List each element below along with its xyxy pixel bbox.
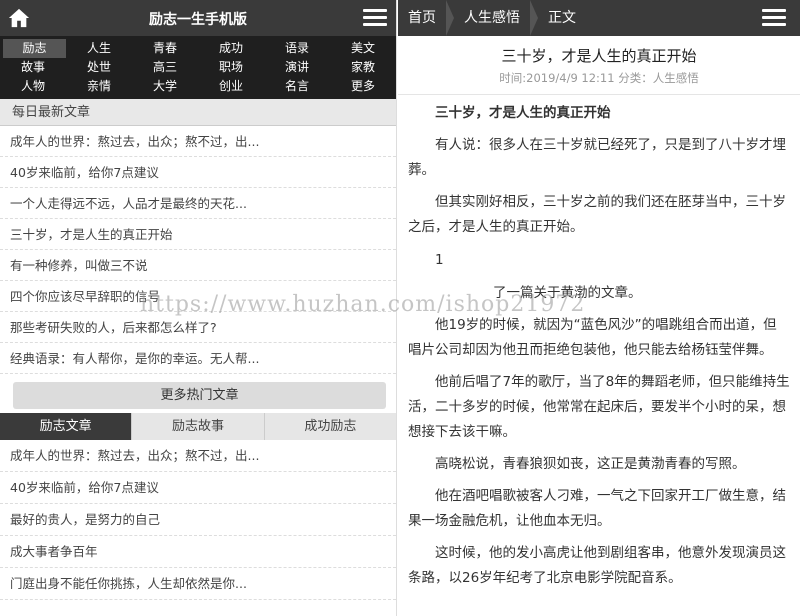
- category-item[interactable]: 成功: [198, 39, 264, 58]
- article-paragraph: 高晓松说，青春狼狈如丧，这正是黄渤青春的写照。: [435, 456, 746, 472]
- article-paragraph: 他前后唱了7年的歌厅，当了8年的舞蹈老师，但只能维持生活，二十多岁的时候，他常常…: [408, 374, 790, 440]
- article-link[interactable]: 四个你应该尽早辞职的信号: [0, 281, 396, 312]
- category-item[interactable]: 语录: [264, 39, 330, 58]
- category-grid: 励志 人生 青春 成功 语录 美文 故事 处世 高三 职场 演讲 家教 人物 亲…: [0, 36, 396, 99]
- breadcrumb: 首页 人生感悟 正文: [398, 0, 800, 36]
- breadcrumb-separator: [530, 0, 538, 36]
- article-link[interactable]: 那些考研失败的人，后来都怎么样了?: [0, 312, 396, 343]
- article-paragraph: 三十岁，才是人生的真正开始: [435, 105, 611, 121]
- article-paragraph: 了一篇关于黄渤的文章。: [493, 285, 642, 301]
- category-item[interactable]: 人生: [66, 39, 132, 58]
- tab-inspirational-stories[interactable]: 励志故事: [131, 413, 264, 440]
- menu-icon[interactable]: [363, 9, 387, 29]
- category-item[interactable]: 职场: [198, 58, 264, 77]
- category-item[interactable]: 处世: [66, 58, 132, 77]
- breadcrumb-home[interactable]: 首页: [398, 0, 446, 36]
- breadcrumb-current: 正文: [548, 10, 576, 26]
- latest-articles-heading: 每日最新文章: [0, 99, 396, 126]
- article-link[interactable]: 三十岁，才是人生的真正开始: [0, 219, 396, 250]
- category-item[interactable]: 更多: [330, 77, 396, 96]
- article-link[interactable]: 有一种修养，叫做三不说: [0, 250, 396, 281]
- category-tabs: 励志文章 励志故事 成功励志: [0, 413, 396, 440]
- category-item[interactable]: 高三: [132, 58, 198, 77]
- article-header: 三十岁，才是人生的真正开始 时间:2019/4/9 12:11 分类：人生感悟: [398, 36, 800, 95]
- left-mobile-page: 励志一生手机版 励志 人生 青春 成功 语录 美文 故事 处世 高三 职场 演讲…: [0, 0, 397, 616]
- left-header: 励志一生手机版: [0, 0, 396, 36]
- category-item[interactable]: 名言: [264, 77, 330, 96]
- article-paragraph: 他19岁的时候，就因为“蓝色风沙”的唱跳组合而出道，但唱片公司却因为他丑而拒绝包…: [408, 317, 777, 358]
- category-item[interactable]: 美文: [330, 39, 396, 58]
- section-number: 1: [435, 252, 444, 268]
- article-link[interactable]: 门庭出身不能任你挑拣，人生却依然是你...: [0, 568, 396, 600]
- tab-inspirational-articles[interactable]: 励志文章: [0, 413, 132, 440]
- site-title: 励志一生手机版: [149, 12, 247, 28]
- breadcrumb-category[interactable]: 人生感悟: [454, 0, 530, 36]
- article-link[interactable]: 成年人的世界：熬过去，出众；熬不过，出...: [0, 440, 396, 472]
- menu-icon[interactable]: [762, 9, 786, 29]
- latest-articles-list: 成年人的世界：熬过去，出众；熬不过，出... 40岁来临前，给你7点建议 一个人…: [0, 126, 396, 374]
- article-paragraph: 这时候，他的发小高虎让他到剧组客串，他意外发现演员这条路，以26岁年纪考了北京电…: [408, 545, 786, 586]
- right-article-page: 首页 人生感悟 正文 三十岁，才是人生的真正开始 时间:2019/4/9 12:…: [398, 0, 800, 616]
- category-item[interactable]: 演讲: [264, 58, 330, 77]
- article-link[interactable]: 成大事者争百年: [0, 536, 396, 568]
- article-paragraph: 但其实刚好相反，三十岁之前的我们还在胚芽当中，三十岁之后，才是人生的真正开始。: [408, 194, 786, 235]
- category-item[interactable]: 创业: [198, 77, 264, 96]
- category-item[interactable]: 家教: [330, 58, 396, 77]
- article-link[interactable]: 一个人走得远不远，人品才是最终的天花...: [0, 188, 396, 219]
- article-link[interactable]: 经典语录：有人帮你，是你的幸运。无人帮...: [0, 343, 396, 374]
- category-item[interactable]: 人物: [0, 77, 66, 96]
- category-item[interactable]: 青春: [132, 39, 198, 58]
- category-item[interactable]: 励志: [3, 39, 66, 58]
- category-item[interactable]: 亲情: [66, 77, 132, 96]
- article-meta: 时间:2019/4/9 12:11 分类：人生感悟: [499, 71, 699, 85]
- tab-articles-list: 成年人的世界：熬过去，出众；熬不过，出... 40岁来临前，给你7点建议 最好的…: [0, 440, 396, 600]
- category-item[interactable]: 大学: [132, 77, 198, 96]
- article-link[interactable]: 40岁来临前，给你7点建议: [0, 472, 396, 504]
- category-item[interactable]: 故事: [0, 58, 66, 77]
- article-body: 三十岁，才是人生的真正开始 有人说：很多人在三十岁就已经死了，只是到了八十岁才埋…: [398, 101, 800, 591]
- article-paragraph: 有人说：很多人在三十岁就已经死了，只是到了八十岁才埋葬。: [408, 137, 786, 178]
- article-link[interactable]: 最好的贵人，是努力的自己: [0, 504, 396, 536]
- breadcrumb-separator: [446, 0, 454, 36]
- article-title: 三十岁，才是人生的真正开始: [501, 47, 697, 65]
- article-link[interactable]: 40岁来临前，给你7点建议: [0, 157, 396, 188]
- article-link[interactable]: 成年人的世界：熬过去，出众；熬不过，出...: [0, 126, 396, 157]
- tab-success-inspiration[interactable]: 成功励志: [263, 413, 396, 440]
- article-paragraph: 他在酒吧唱歌被客人刁难，一气之下回家开工厂做生意，结果一场金融危机，让他血本无归…: [408, 488, 786, 529]
- more-popular-button[interactable]: 更多热门文章: [13, 382, 386, 409]
